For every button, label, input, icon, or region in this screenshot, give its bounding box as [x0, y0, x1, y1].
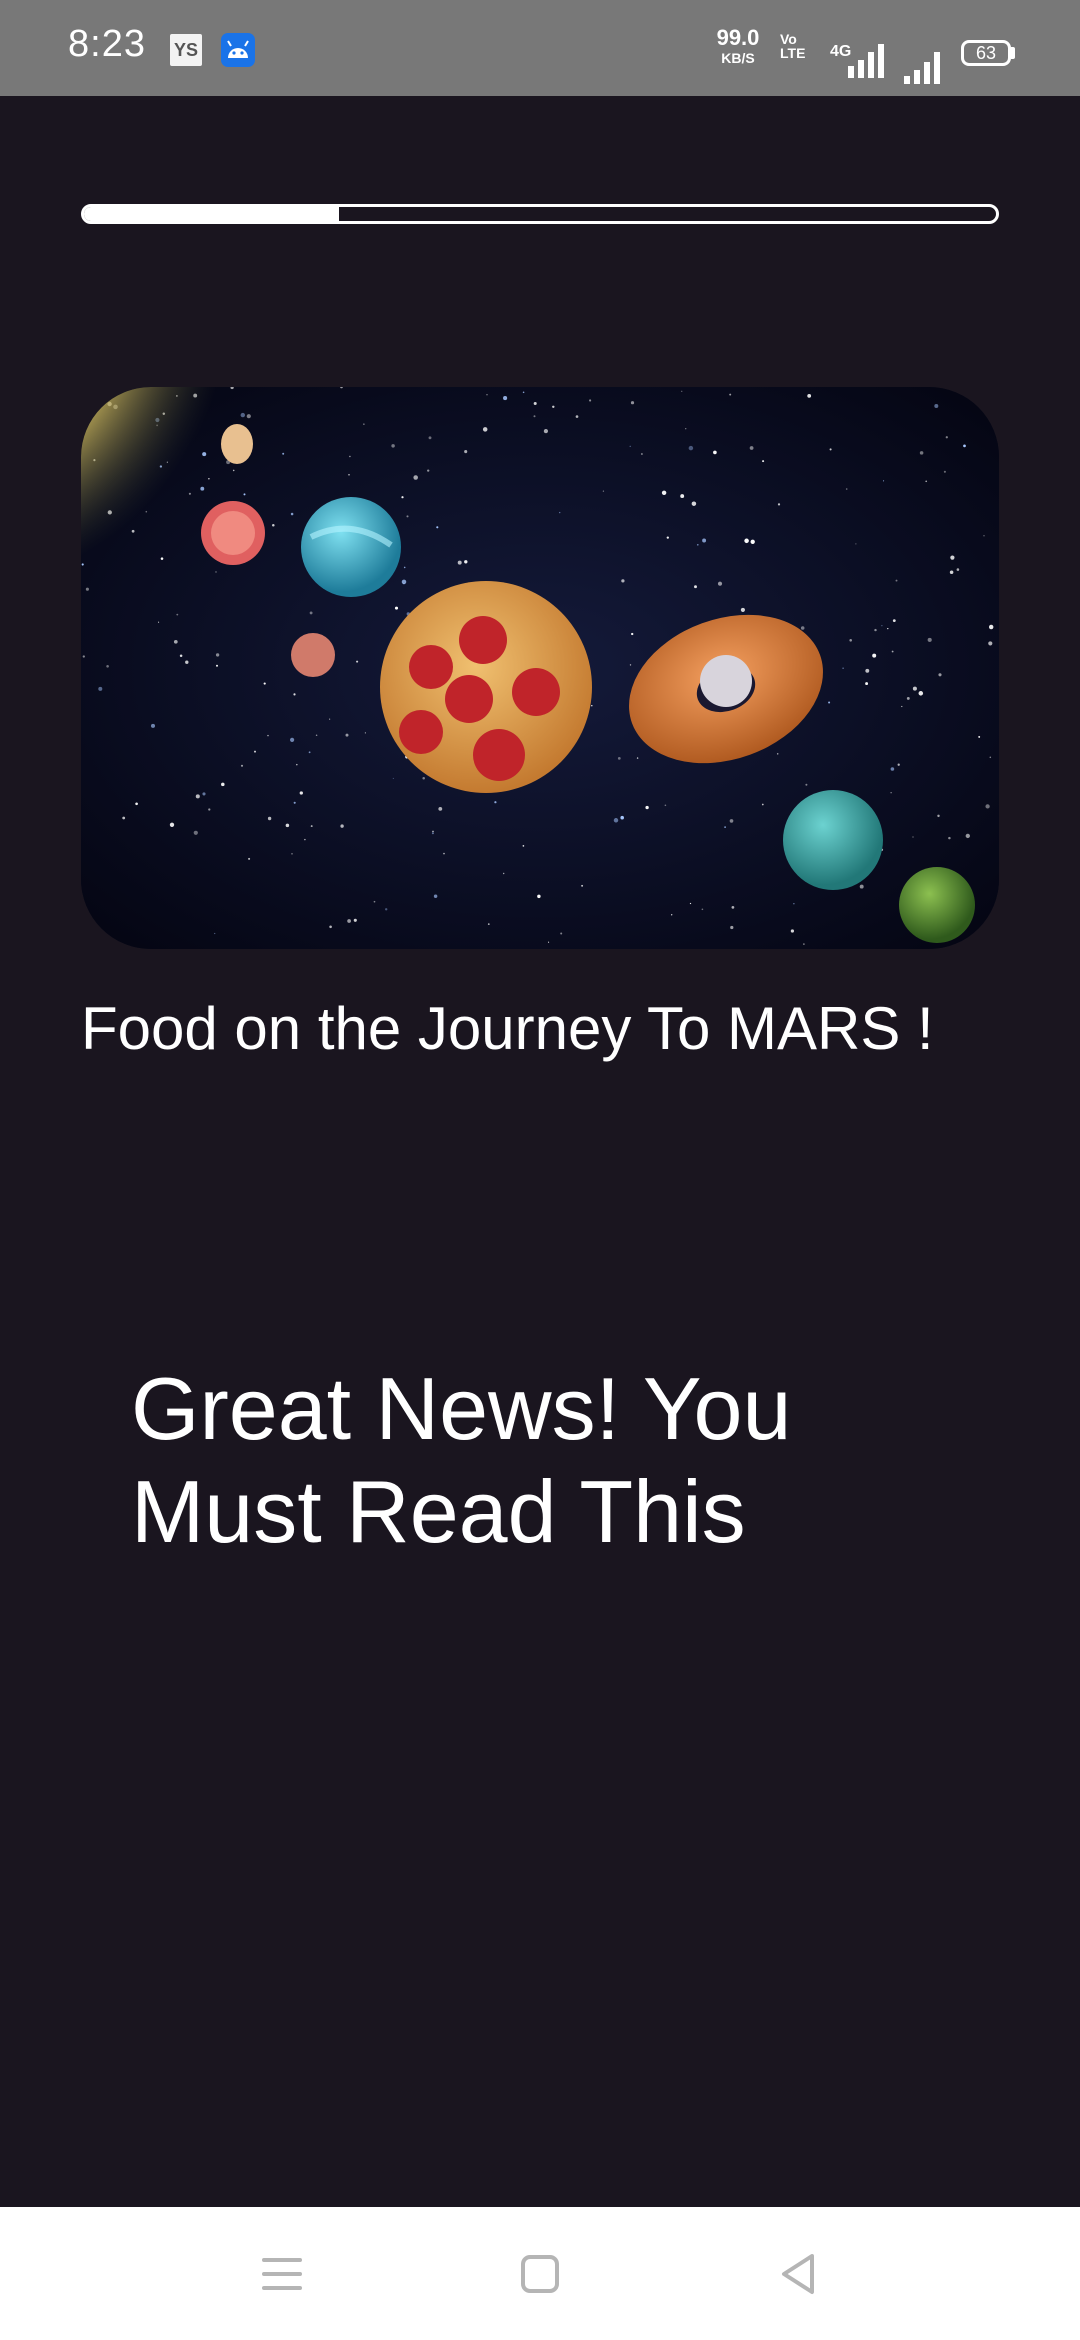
story-progress-fill [84, 207, 340, 221]
android-icon [221, 33, 255, 67]
volte-bottom: LTE [780, 45, 806, 61]
ys-app-icon: YS [170, 34, 202, 66]
story-headline: Great News! You Must Read This [131, 1359, 792, 1561]
space-food-image[interactable] [81, 387, 999, 949]
status-bar: 8:23 YS 99.0 KB/S Vo LTE 4G 63 [0, 0, 1080, 96]
network-speed-unit: KB/S [721, 50, 755, 66]
story-caption: Food on the Journey To MARS ! [81, 995, 934, 1062]
menu-icon[interactable] [252, 2244, 312, 2304]
home-icon[interactable] [510, 2244, 570, 2304]
space-food-illustration [81, 387, 999, 949]
battery-tip [1011, 47, 1015, 59]
back-icon[interactable] [768, 2244, 828, 2304]
network-type-label: 4G [830, 43, 851, 60]
signal-icon [904, 52, 940, 84]
network-speed-value: 99.0 [716, 25, 760, 50]
signal-4g-icon: 4G [830, 43, 884, 78]
volte-top: Vo [780, 31, 797, 47]
volte-icon: Vo LTE [780, 32, 805, 60]
battery-icon: 63 [961, 40, 1011, 66]
network-speed: 99.0 KB/S [714, 25, 762, 66]
status-time: 8:23 [68, 23, 146, 65]
story-progress-bar [81, 204, 999, 224]
